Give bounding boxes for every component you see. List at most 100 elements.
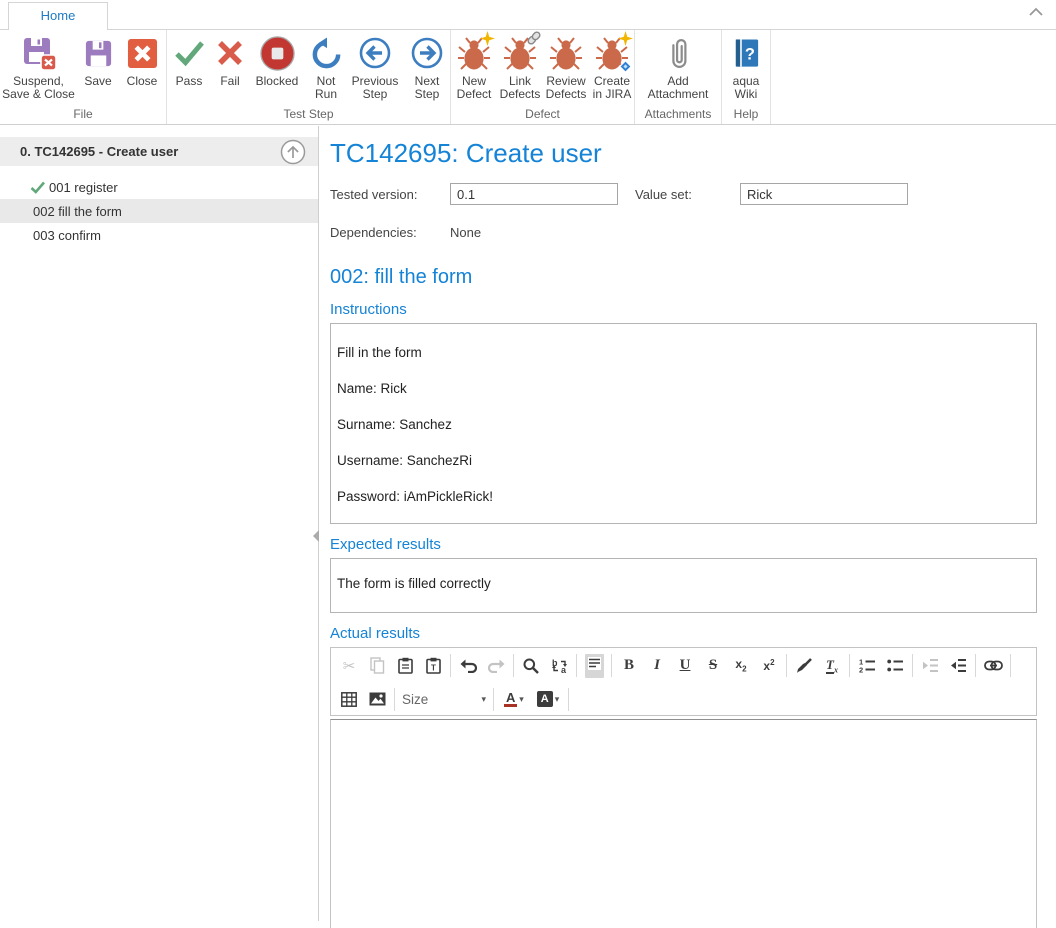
background-color-button[interactable]: A ▾	[531, 686, 565, 712]
insert-image-icon[interactable]	[363, 686, 391, 712]
value-set-label: Value set:	[635, 187, 740, 202]
font-size-dropdown[interactable]: Size ▾	[398, 692, 490, 707]
new-defect-button[interactable]: New Defect	[451, 32, 497, 101]
paperclip-icon	[666, 34, 690, 72]
redo-icon[interactable]	[482, 653, 510, 679]
bug-jira-diamond-icon	[595, 34, 629, 72]
expected-results-box[interactable]: The form is filled correctly	[330, 558, 1037, 613]
passed-check-icon	[30, 181, 46, 194]
save-button[interactable]: Save	[77, 32, 119, 88]
ribbon-group-defect: New Defect	[451, 30, 635, 124]
fail-button[interactable]: Fail	[211, 32, 249, 88]
group-label-help: Help	[722, 107, 770, 121]
collapse-ribbon-chevron-icon[interactable]	[1029, 7, 1043, 16]
link-icon[interactable]	[979, 653, 1007, 679]
suspend-save-close-icon	[21, 34, 57, 72]
svg-text:2: 2	[859, 666, 863, 674]
chevron-down-icon: ▾	[481, 694, 486, 705]
instruction-line: Surname: Sanchez	[337, 417, 1028, 432]
bug-link-icon	[503, 34, 537, 72]
not-run-button[interactable]: Not Run	[305, 32, 347, 101]
step-item-002[interactable]: 002 fill the form	[0, 199, 318, 223]
numbered-list-icon[interactable]: 1 2	[853, 653, 881, 679]
svg-text:T: T	[431, 664, 436, 673]
page-title: TC142695: Create user	[330, 138, 1037, 169]
expected-line: The form is filled correctly	[337, 576, 1028, 591]
bold-icon[interactable]: B	[615, 653, 643, 679]
bug-icon	[549, 34, 583, 72]
step-item-003[interactable]: 003 confirm	[0, 223, 318, 247]
previous-circle-arrow-icon	[358, 34, 392, 72]
sidebar-collapse-handle[interactable]	[313, 530, 319, 542]
underline-icon[interactable]: U	[671, 653, 699, 679]
sparkle-badge-icon	[618, 31, 633, 46]
value-set-input[interactable]	[740, 183, 908, 205]
ribbon: Suspend, Save & Close Save	[0, 29, 1056, 125]
instruction-line: Password: iAmPickleRick!	[337, 489, 1028, 504]
ribbon-group-attachments: Add Attachment Attachments	[635, 30, 722, 124]
close-button[interactable]: Close	[119, 32, 165, 88]
chevron-down-icon: ▾	[519, 694, 524, 705]
jira-diamond-badge-icon	[618, 59, 633, 74]
tab-home[interactable]: Home	[8, 2, 108, 30]
superscript-icon[interactable]: x2	[755, 653, 783, 679]
add-attachment-button[interactable]: Add Attachment	[638, 32, 718, 101]
replace-icon[interactable]: b a	[545, 653, 573, 679]
undo-icon[interactable]	[454, 653, 482, 679]
instructions-label: Instructions	[330, 301, 1037, 318]
dependencies-row: Dependencies: None	[330, 221, 1037, 243]
ribbon-tab-row: Home	[0, 0, 1056, 29]
increase-indent-icon[interactable]	[944, 653, 972, 679]
next-circle-arrow-icon	[410, 34, 444, 72]
text-color-button[interactable]: A ▾	[497, 686, 531, 712]
blocked-stop-icon	[260, 34, 295, 72]
copy-formatting-icon[interactable]	[790, 653, 818, 679]
instruction-line: Fill in the form	[337, 345, 1028, 360]
group-label-file: File	[0, 107, 166, 121]
insert-table-icon[interactable]	[335, 686, 363, 712]
aqua-wiki-button[interactable]: ? aqua Wiki	[723, 32, 769, 101]
chevron-down-icon: ▾	[555, 694, 560, 705]
step-section-title: 002: fill the form	[330, 266, 1037, 289]
pass-button[interactable]: Pass	[167, 32, 211, 88]
bulleted-list-icon[interactable]	[881, 653, 909, 679]
paste-icon[interactable]	[391, 653, 419, 679]
paste-text-icon[interactable]: T	[419, 653, 447, 679]
create-in-jira-button[interactable]: Create in JIRA	[589, 32, 635, 101]
group-label-defect: Defect	[451, 107, 634, 121]
remove-format-icon[interactable]: Tx	[818, 653, 846, 679]
expected-results-label: Expected results	[330, 536, 1037, 553]
copy-icon[interactable]	[363, 653, 391, 679]
suspend-save-close-button[interactable]: Suspend, Save & Close	[0, 32, 77, 101]
review-defects-button[interactable]: Review Defects	[543, 32, 589, 101]
svg-text:a: a	[561, 665, 567, 674]
italic-icon[interactable]: I	[643, 653, 671, 679]
actual-results-editor-area[interactable]	[330, 719, 1037, 928]
select-all-icon[interactable]	[580, 653, 608, 679]
tested-version-input[interactable]	[450, 183, 618, 205]
sparkle-badge-icon	[480, 31, 495, 46]
circle-up-arrow-icon[interactable]	[280, 139, 306, 165]
version-valueset-row: Tested version: Value set:	[330, 183, 1037, 205]
find-icon[interactable]	[517, 653, 545, 679]
strikethrough-icon[interactable]: S	[699, 653, 727, 679]
subscript-icon[interactable]: x2	[727, 653, 755, 679]
previous-step-button[interactable]: Previous Step	[347, 32, 403, 101]
sidebar-header: 0. TC142695 - Create user	[0, 137, 318, 166]
link-defects-button[interactable]: Link Defects	[497, 32, 543, 101]
next-step-button[interactable]: Next Step	[403, 32, 451, 101]
bug-new-sparkle-icon	[457, 34, 491, 72]
dependencies-value: None	[450, 225, 481, 240]
dependencies-label: Dependencies:	[330, 225, 450, 240]
step-item-001[interactable]: 001 register	[0, 175, 318, 199]
fail-x-icon	[215, 34, 245, 72]
decrease-indent-icon[interactable]	[916, 653, 944, 679]
blocked-button[interactable]: Blocked	[249, 32, 305, 88]
instruction-line: Name: Rick	[337, 381, 1028, 396]
rich-text-toolbar: ✂ T b a	[330, 647, 1037, 716]
main-content: TC142695: Create user Tested version: Va…	[330, 132, 1037, 928]
cut-icon[interactable]: ✂	[335, 653, 363, 679]
instructions-box[interactable]: Fill in the form Name: Rick Surname: San…	[330, 323, 1037, 524]
step-list: 001 register 002 fill the form 003 confi…	[0, 175, 318, 247]
wiki-book-question-icon: ?	[731, 34, 762, 72]
